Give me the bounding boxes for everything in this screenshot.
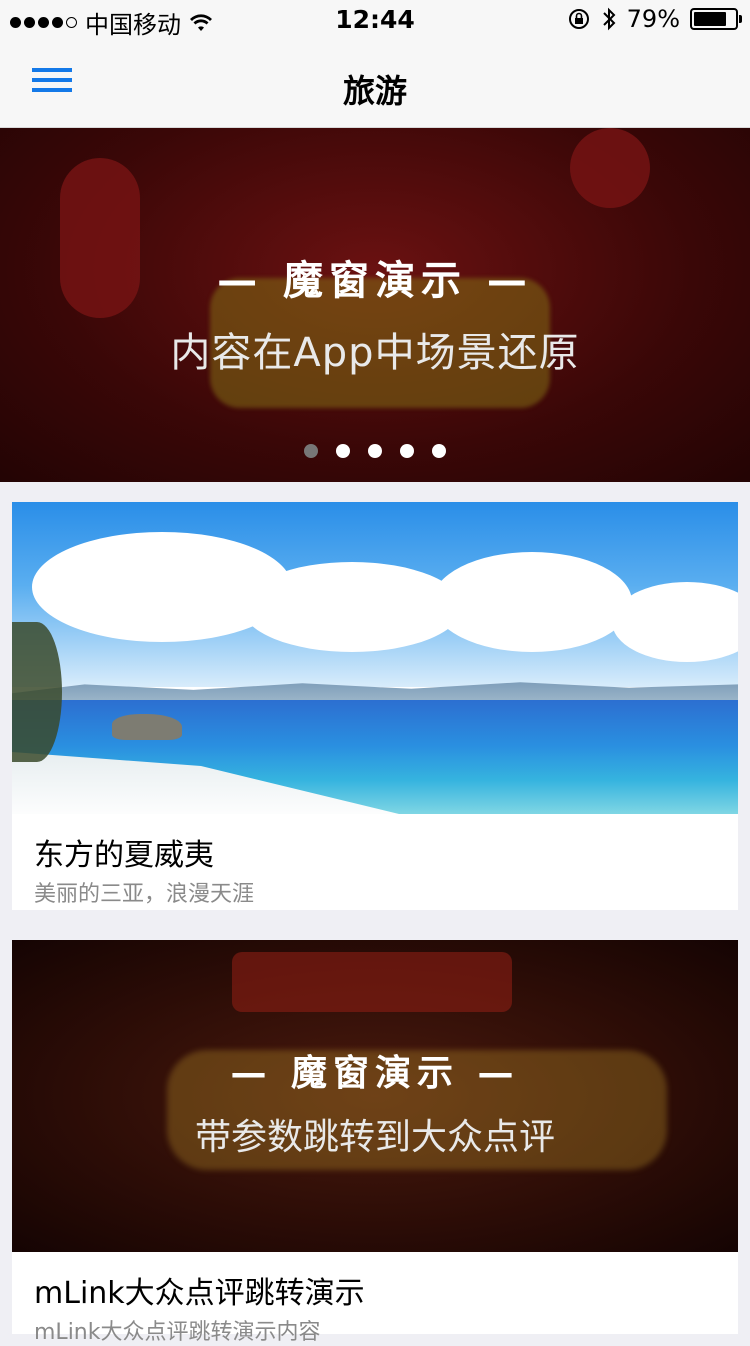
list-item[interactable]: — 魔窗演示 — 带参数跳转到大众点评 mLink大众点评跳转演示 mLink大… [12,940,738,1345]
food-promo-image: — 魔窗演示 — 带参数跳转到大众点评 [12,940,738,1252]
status-bar: 中国移动 12:44 79% [0,0,750,40]
battery-fill [694,12,726,26]
banner-carousel[interactable]: — 魔窗演示 — 内容在App中场景还原 [0,128,750,482]
battery-percent: 79% [626,5,680,33]
lantern-decoration [570,128,650,208]
page-dot[interactable] [432,444,446,458]
banner-title: — 魔窗演示 — [217,258,533,304]
page-dot[interactable] [368,444,382,458]
card-title: mLink大众点评跳转演示 [34,1276,365,1311]
bluetooth-icon [602,7,616,31]
page-indicator[interactable] [0,444,750,458]
status-right: 79% [567,5,742,33]
orientation-lock-icon [568,9,589,29]
card-overlay-subtitle: 带参数跳转到大众点评 [194,1117,555,1158]
page-title: 旅游 [342,72,407,110]
page-dot[interactable] [400,444,414,458]
page-dot[interactable] [336,444,350,458]
card-subtitle: 美丽的三亚，浪漫天涯 [34,882,255,907]
card-title: 东方的夏威夷 [34,838,214,873]
list-item[interactable]: 东方的夏威夷 美丽的三亚，浪漫天涯 [12,502,738,910]
page-dot[interactable] [304,444,318,458]
banner-subtitle: 内容在App中场景还原 [170,330,580,376]
battery-icon [690,8,742,30]
beach-image [12,502,738,814]
card-overlay-title: — 魔窗演示 — [230,1053,520,1094]
navigation-bar: 旅游 [0,40,750,128]
card-subtitle: mLink大众点评跳转演示内容 [34,1320,321,1345]
